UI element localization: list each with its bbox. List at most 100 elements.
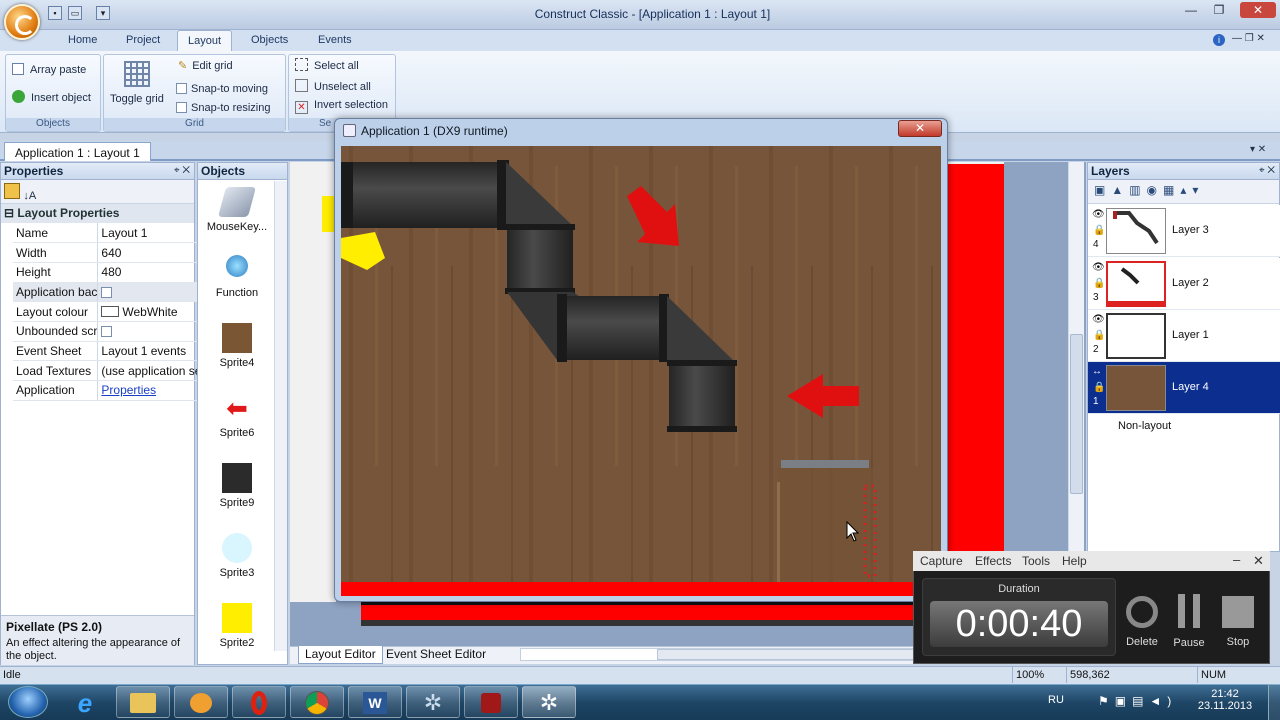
lock-icon[interactable]: 🔒 — [1093, 330, 1105, 341]
layers-toolbar[interactable]: ▣▲▥◉▦▴▾ — [1088, 180, 1279, 204]
ribbon-window-buttons[interactable]: — ❐ ✕ — [1232, 33, 1265, 44]
prop-row[interactable]: Height 480 — [13, 262, 202, 283]
non-layout-item[interactable]: Non-layout — [1118, 420, 1171, 432]
tray-icons[interactable]: ⚑▣▤◄) — [1098, 694, 1177, 708]
quick-access-dropdown-icon[interactable]: ▾ — [96, 6, 110, 20]
layer-row[interactable]: 👁 🔒 2 Layer 1 — [1088, 310, 1280, 362]
prop-value[interactable] — [97, 282, 202, 303]
edit-grid-button[interactable]: ✎ Edit grid — [178, 59, 233, 72]
object-mousekeyboard[interactable]: MouseKey... — [198, 187, 276, 233]
start-button[interactable] — [8, 686, 48, 718]
tab-event-sheet-editor[interactable]: Event Sheet Editor — [381, 646, 491, 664]
prop-value[interactable]: 640 — [97, 242, 202, 263]
prop-value[interactable] — [97, 321, 202, 342]
object-sprite9[interactable]: Sprite9 — [198, 463, 276, 509]
eye-icon[interactable]: 👁 — [1092, 314, 1105, 325]
application-background-checkbox[interactable] — [101, 286, 113, 298]
stop-button[interactable]: Stop — [1218, 596, 1258, 648]
close-icon[interactable]: ✕ — [1240, 2, 1276, 18]
snap-moving-checkbox[interactable]: Snap-to moving — [176, 83, 268, 95]
hscroll-thumb[interactable] — [657, 649, 917, 660]
recorder-minimize-icon[interactable]: – — [1233, 552, 1240, 567]
document-tab[interactable]: Application 1 : Layout 1 — [4, 142, 151, 161]
lock-icon[interactable]: 🔒 — [1093, 278, 1105, 289]
save-icon[interactable]: ▪ — [48, 6, 62, 20]
object-sprite4[interactable]: Sprite4 — [198, 323, 276, 369]
prop-row[interactable]: Width 640 — [13, 242, 202, 263]
invert-selection-button[interactable]: ✕ Invert selection — [295, 99, 388, 114]
tab-home[interactable]: Home — [58, 30, 107, 52]
layer-row[interactable]: 👁 🔒 3 Layer 2 — [1088, 258, 1280, 310]
layer-row-selected[interactable]: ↔ 🔒 1 Layer 4 — [1088, 362, 1280, 414]
pause-button[interactable]: Pause — [1169, 594, 1209, 649]
chrome-taskbar-button[interactable] — [290, 686, 344, 718]
object-sprite3[interactable]: Sprite3 — [198, 533, 276, 579]
menu-tools[interactable]: Tools — [1022, 554, 1050, 568]
array-paste-button[interactable]: Array paste — [12, 63, 86, 76]
unbounded-scrolling-checkbox[interactable] — [101, 326, 113, 338]
prop-row[interactable]: Application bac — [13, 282, 202, 303]
snap-resizing-checkbox[interactable]: Snap-to resizing — [176, 102, 271, 114]
select-all-button[interactable]: Select all — [295, 58, 359, 72]
prop-value[interactable]: Layout 1 events — [97, 341, 202, 362]
lock-icon[interactable]: 🔒 — [1093, 382, 1105, 393]
insert-object-button[interactable]: Insert object — [12, 90, 91, 104]
word-taskbar-button[interactable]: W — [348, 686, 402, 718]
unselect-all-button[interactable]: Unselect all — [295, 79, 371, 93]
restore-icon[interactable]: ❐ — [1208, 2, 1230, 18]
construct-taskbar-button[interactable]: ✲ — [406, 686, 460, 718]
scrollbar-thumb[interactable] — [1070, 334, 1083, 494]
tray-clock[interactable]: 21:42 23.11.2013 — [1190, 688, 1260, 712]
media-player-taskbar-button[interactable] — [174, 686, 228, 718]
object-sprite6[interactable]: ⬅ Sprite6 — [198, 393, 276, 439]
run-icon[interactable]: ▭ — [68, 6, 82, 20]
help-icon[interactable]: i — [1213, 34, 1225, 46]
doc-tab-controls[interactable]: ▾ ✕ — [1250, 144, 1266, 155]
prop-row[interactable]: Unbounded scr — [13, 321, 202, 342]
prop-row[interactable]: Load Textures (use application se — [13, 360, 202, 381]
menu-help[interactable]: Help — [1062, 554, 1087, 568]
menu-effects[interactable]: Effects — [975, 554, 1011, 568]
layout-properties-section[interactable]: ⊟ Layout Properties — [1, 204, 194, 223]
recorder-close-icon[interactable]: ✕ — [1253, 553, 1264, 569]
explorer-taskbar-button[interactable] — [116, 686, 170, 718]
layers-close-icon[interactable]: ⌖ ✕ — [1259, 163, 1275, 179]
prop-row[interactable]: Layout colour WebWhite — [13, 301, 202, 322]
app-menu-orb[interactable] — [4, 4, 40, 40]
menu-capture[interactable]: Capture — [920, 554, 963, 568]
eye-icon[interactable]: 👁 — [1092, 262, 1105, 273]
lock-icon[interactable]: 🔒 — [1093, 225, 1105, 236]
eye-icon[interactable]: 👁 — [1092, 209, 1105, 220]
properties-close-icon[interactable]: ⌖ ✕ — [174, 163, 190, 179]
color-swatch[interactable] — [101, 305, 120, 317]
toggle-grid-button[interactable]: Toggle grid — [110, 93, 164, 105]
language-indicator[interactable]: RU — [1048, 694, 1064, 706]
minimize-icon[interactable]: — — [1180, 2, 1202, 18]
ie-icon[interactable]: e — [60, 688, 110, 718]
runtime-taskbar-button[interactable]: ✲ — [522, 686, 576, 718]
layer-row[interactable]: 👁 🔒 4 Layer 3 — [1088, 205, 1280, 257]
tab-project[interactable]: Project — [116, 30, 170, 52]
tab-objects[interactable]: Objects — [241, 30, 298, 52]
application-properties-link[interactable]: Properties — [97, 380, 202, 401]
tab-layout[interactable]: Layout — [177, 30, 233, 52]
prop-row[interactable]: Name Layout 1 — [13, 223, 202, 244]
prop-value[interactable]: Layout 1 — [97, 223, 202, 244]
opera-taskbar-button[interactable] — [232, 686, 286, 718]
eye-icon[interactable]: ↔ — [1092, 366, 1102, 377]
prop-row[interactable]: Application Properties — [13, 380, 202, 401]
tab-events[interactable]: Events — [308, 30, 362, 52]
game-viewport[interactable] — [341, 146, 941, 596]
categorized-icon[interactable] — [4, 183, 20, 199]
tab-layout-editor[interactable]: Layout Editor — [298, 646, 383, 664]
runtime-close-button[interactable]: ✕ — [898, 120, 942, 137]
object-sprite2[interactable]: Sprite2 — [198, 603, 276, 649]
prop-row[interactable]: Event Sheet Layout 1 events — [13, 341, 202, 362]
prop-value[interactable]: (use application se — [97, 360, 202, 381]
delete-button[interactable]: Delete — [1122, 596, 1162, 648]
recorder-taskbar-button[interactable] — [464, 686, 518, 718]
show-desktop-button[interactable] — [1268, 684, 1280, 720]
prop-value[interactable]: 480 — [97, 262, 202, 283]
prop-value[interactable]: WebWhite — [97, 301, 202, 322]
object-function[interactable]: Function — [198, 255, 276, 299]
